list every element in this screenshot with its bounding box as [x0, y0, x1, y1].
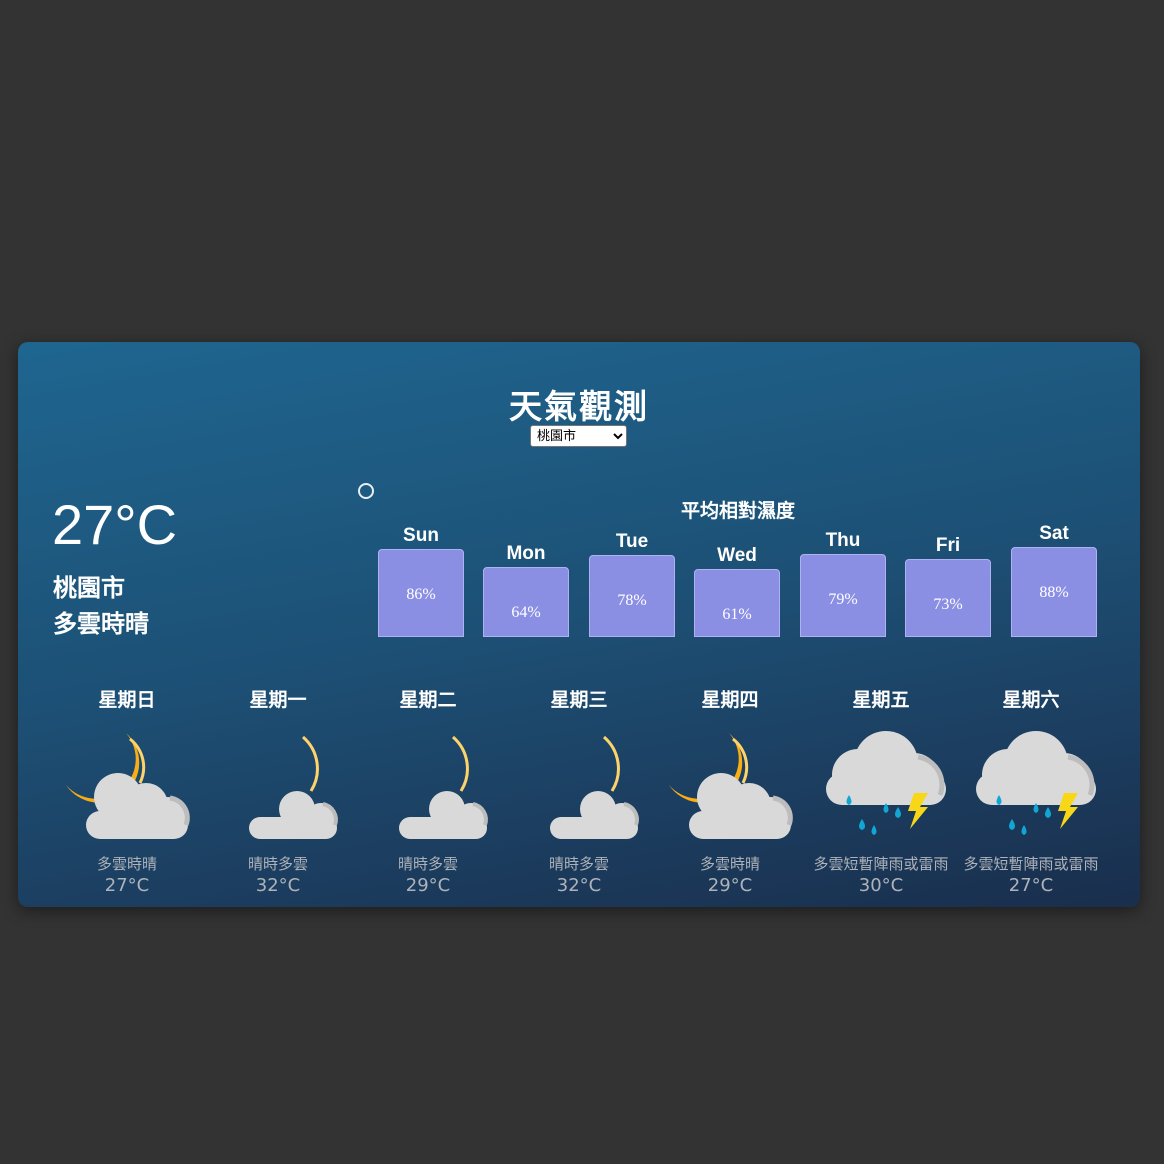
humidity-bar-group: Wed 61%	[694, 545, 780, 637]
forecast-day-name: 星期六	[1002, 689, 1060, 711]
humidity-day-label: Fri	[935, 535, 961, 556]
humidity-bar-group: Fri 73%	[905, 535, 991, 637]
forecast-description: 晴時多雲	[247, 855, 308, 873]
humidity-value: 88%	[1039, 584, 1069, 601]
thunder-rain-icon	[814, 725, 948, 845]
current-city: 桃園市	[53, 574, 125, 602]
forecast-temperature: 32°C	[556, 875, 602, 896]
humidity-value: 79%	[828, 591, 858, 608]
forecast-description: 多雲時晴	[96, 855, 157, 873]
forecast-description: 多雲短暫陣雨或雷雨	[963, 855, 1099, 873]
forecast-day: 星期一晴時多雲 32°C	[203, 685, 353, 896]
current-description: 多雲時晴	[53, 610, 149, 638]
forecast-day: 星期六多雲短暫陣雨或雷雨 27°C	[956, 685, 1106, 896]
forecast-day-name: 星期日	[98, 689, 156, 711]
humidity-value: 86%	[406, 586, 436, 603]
humidity-bar: 64%	[483, 567, 569, 637]
forecast-temperature: 30°C	[858, 875, 904, 896]
forecast-temperature: 32°C	[255, 875, 301, 896]
forecast-description: 晴時多雲	[397, 855, 458, 873]
page-title: 天氣觀測	[509, 387, 649, 426]
forecast-day-name: 星期四	[701, 689, 759, 711]
forecast-temperature: 29°C	[405, 875, 451, 896]
forecast-temperature: 27°C	[104, 875, 150, 896]
thunder-rain-icon	[964, 725, 1098, 845]
humidity-chart-title: 平均相對濕度	[680, 500, 795, 522]
forecast-day-name: 星期一	[249, 689, 307, 711]
forecast-description: 多雲時晴	[699, 855, 760, 873]
forecast-day: 星期五多雲短暫陣雨或雷雨 30°C	[806, 685, 956, 896]
humidity-bar-group: Sat 88%	[1011, 523, 1097, 637]
humidity-day-label: Sun	[403, 525, 439, 546]
current-temperature: 27°C	[52, 493, 178, 556]
weather-card: 天氣觀測 桃園市 27°C 桃園市 多雲時晴 平均相對濕度 Sun 86% Mon 6…	[18, 342, 1140, 907]
humidity-value: 73%	[933, 596, 963, 613]
humidity-day-label: Mon	[506, 543, 546, 564]
humidity-value: 64%	[511, 604, 541, 621]
humidity-bar-group: Tue 78%	[589, 531, 675, 637]
forecast-day: 星期三晴時多雲 32°C	[504, 685, 654, 896]
humidity-bar-group: Thu 79%	[800, 530, 886, 637]
moon-cloud-icon	[60, 725, 194, 845]
humidity-bar-group: Mon 64%	[483, 543, 569, 637]
forecast-day: 星期四多雲時晴 29°C	[655, 685, 805, 896]
forecast-day-name: 星期五	[852, 689, 910, 711]
forecast-description: 晴時多雲	[548, 855, 609, 873]
humidity-day-label: Wed	[717, 545, 757, 566]
forecast-day: 星期日多雲時晴 27°C	[52, 685, 202, 896]
humidity-bar: 88%	[1011, 547, 1097, 637]
forecast-temperature: 27°C	[1008, 875, 1054, 896]
forecast-day-name: 星期三	[550, 689, 608, 711]
forecast-description: 多雲短暫陣雨或雷雨	[813, 855, 949, 873]
forecast-temperature: 29°C	[707, 875, 753, 896]
humidity-day-label: Tue	[615, 531, 649, 552]
forecast-day-name: 星期二	[399, 689, 457, 711]
humidity-bar: 78%	[589, 555, 675, 637]
humidity-value: 61%	[722, 606, 752, 623]
humidity-bar: 61%	[694, 569, 780, 637]
humidity-day-label: Thu	[825, 530, 861, 551]
forecast-day: 星期二晴時多雲 29°C	[353, 685, 503, 896]
humidity-bar: 73%	[905, 559, 991, 637]
humidity-bar-group: Sun 86%	[378, 525, 464, 637]
moon-small-cloud-icon	[211, 725, 345, 845]
humidity-bar: 86%	[378, 549, 464, 637]
city-select[interactable]: 桃園市	[530, 425, 627, 447]
humidity-value: 78%	[617, 592, 647, 609]
moon-small-cloud-icon	[512, 725, 646, 845]
humidity-day-label: Sat	[1039, 523, 1069, 544]
moon-small-cloud-icon	[361, 725, 495, 845]
moon-cloud-icon	[663, 725, 797, 845]
humidity-bar: 79%	[800, 554, 886, 637]
loading-indicator-icon	[358, 483, 374, 499]
